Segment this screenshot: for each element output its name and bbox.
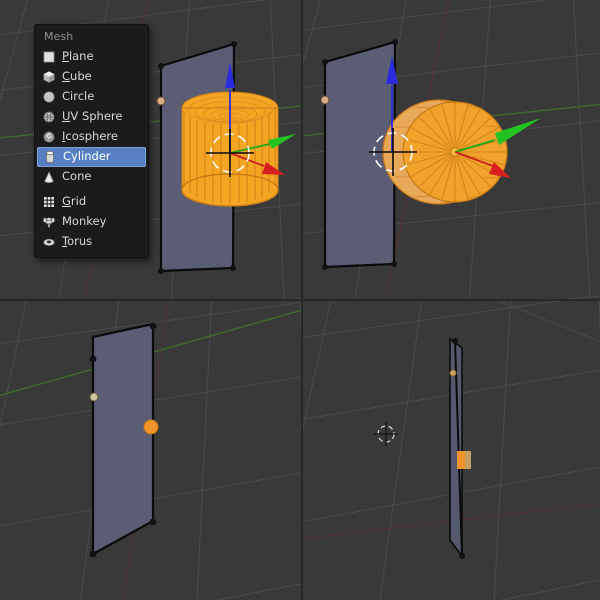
uvsphere-icon	[43, 111, 55, 123]
plane-vertex	[459, 553, 465, 559]
plane-origin-dot[interactable]	[156, 96, 166, 106]
menu-item-label: Icosphere	[62, 129, 118, 144]
menu-item-label: Circle	[62, 89, 95, 104]
viewport-bottom-left[interactable]	[0, 301, 301, 600]
menu-item-monkey[interactable]: Monkey	[35, 212, 148, 232]
grid-icon	[44, 197, 54, 207]
object-origin-marker[interactable]	[457, 451, 465, 469]
menu-item-cylinder[interactable]: Cylinder	[37, 147, 146, 167]
cone-icon	[44, 170, 54, 184]
viewport-bottom-right[interactable]	[303, 301, 600, 600]
torus-icon	[43, 238, 55, 247]
menu-item-label: Cylinder	[63, 149, 111, 164]
plane-vertex-highlight[interactable]	[89, 392, 99, 402]
menu-item-label: Torus	[62, 234, 93, 249]
plane-vertex-highlight[interactable]	[449, 369, 457, 377]
plane-vertex	[89, 550, 97, 558]
plane-vertex	[158, 63, 164, 69]
plane-vertex	[149, 518, 157, 526]
menu-item-label: Cube	[62, 69, 92, 84]
plane-vertex	[392, 39, 398, 45]
menu-item-label: Monkey	[62, 214, 107, 229]
cylinder-icon	[46, 150, 54, 164]
viewport-bottom-right-canvas	[303, 301, 600, 600]
menu-item-plane[interactable]: Plane	[35, 47, 148, 67]
blender-window: Mesh Plane Cube Circle UV Sphere Icosphe…	[0, 0, 600, 600]
viewport-top-right[interactable]	[303, 0, 600, 299]
menu-item-grid[interactable]: Grid	[35, 192, 148, 212]
plane-vertex	[231, 41, 237, 47]
menu-item-uv-sphere[interactable]: UV Sphere	[35, 107, 148, 127]
cube-icon	[43, 71, 55, 83]
plane-vertex	[89, 355, 97, 363]
menu-item-torus[interactable]: Torus	[35, 232, 148, 252]
plane-vertex	[322, 264, 328, 270]
horizontal-viewport-divider[interactable]	[0, 299, 600, 301]
menu-title: Mesh	[44, 30, 74, 43]
plane-vertex	[149, 322, 157, 330]
icosphere-icon	[43, 131, 55, 143]
circle-icon	[43, 91, 55, 103]
menu-item-cone[interactable]: Cone	[35, 167, 148, 187]
plane-vertex	[322, 59, 328, 65]
menu-item-label: Grid	[62, 194, 87, 209]
menu-item-label: Plane	[62, 49, 94, 64]
object-origin-marker-glow	[465, 451, 471, 469]
plane-vertex	[230, 265, 236, 271]
menu-item-icosphere[interactable]: Icosphere	[35, 127, 148, 147]
monkey-icon	[43, 217, 55, 228]
menu-item-cube[interactable]: Cube	[35, 67, 148, 87]
plane-vertex	[158, 268, 164, 274]
plane-icon	[43, 51, 55, 63]
plane-vertex	[391, 261, 397, 267]
plane-origin-dot[interactable]	[320, 95, 330, 105]
object-origin-dot[interactable]	[143, 419, 159, 435]
plane-object[interactable]	[89, 322, 159, 558]
add-mesh-menu: Mesh Plane Cube Circle UV Sphere Icosphe…	[34, 24, 149, 258]
menu-item-circle[interactable]: Circle	[35, 87, 148, 107]
menu-item-label: Cone	[62, 169, 92, 184]
viewport-top-right-canvas	[303, 0, 600, 299]
plane-vertex	[452, 338, 458, 344]
menu-item-label: UV Sphere	[62, 109, 123, 124]
viewport-bottom-left-canvas	[0, 301, 301, 600]
plane-face	[91, 322, 155, 556]
